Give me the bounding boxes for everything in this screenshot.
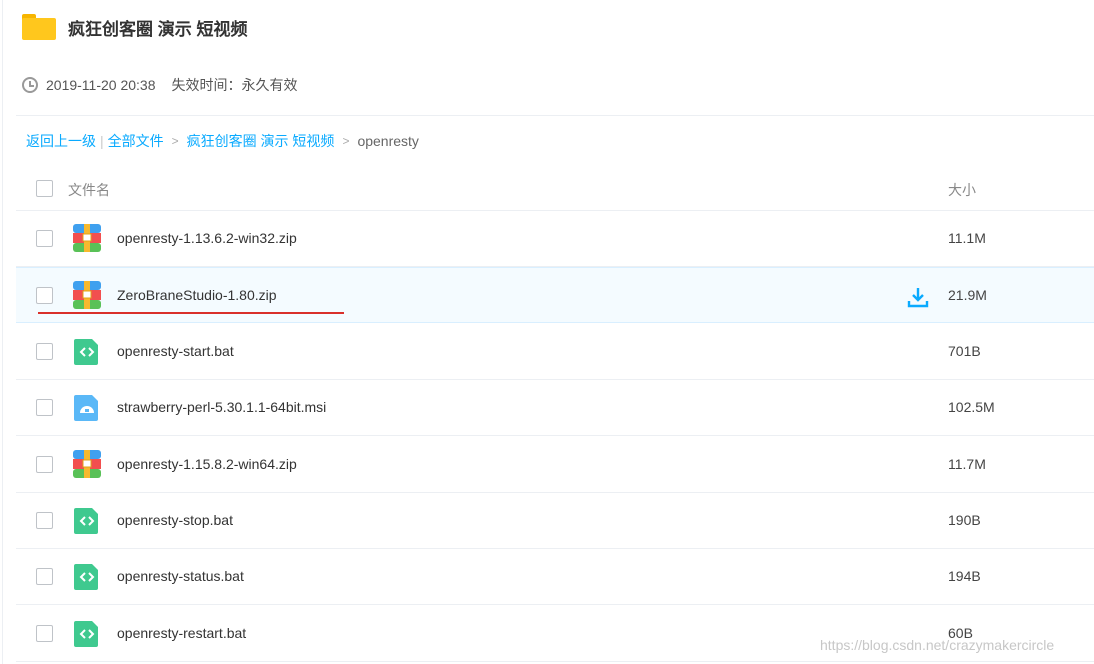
- file-name[interactable]: openresty-1.13.6.2-win32.zip: [117, 230, 297, 246]
- breadcrumb: 返回上一级 | 全部文件 > 疯狂创客圈 演示 短视频 > openresty: [26, 130, 419, 152]
- file-size: 11.1M: [948, 230, 986, 246]
- select-all-checkbox[interactable]: [36, 180, 53, 197]
- file-size: 701B: [948, 342, 981, 359]
- file-name[interactable]: openresty-stop.bat: [117, 512, 233, 528]
- file-checkbox[interactable]: [36, 399, 53, 417]
- code-file-icon: [73, 562, 101, 591]
- file-row[interactable]: openresty-1.13.6.2-win32.zip 11.1M: [16, 211, 1094, 267]
- file-checkbox[interactable]: [36, 230, 53, 247]
- file-row[interactable]: openresty-status.bat 194B: [16, 549, 1094, 606]
- file-size: 21.9M: [948, 287, 987, 304]
- file-checkbox[interactable]: [36, 512, 53, 529]
- divider: [16, 115, 1094, 116]
- file-checkbox[interactable]: [36, 455, 53, 473]
- back-link[interactable]: 返回上一级: [26, 131, 96, 151]
- folder-icon: [22, 14, 56, 40]
- file-size: 11.7M: [948, 455, 986, 472]
- file-size: 190B: [948, 512, 981, 528]
- file-name[interactable]: openresty-restart.bat: [117, 625, 246, 641]
- file-name[interactable]: ZeroBraneStudio-1.80.zip: [117, 287, 277, 303]
- code-file-icon: [73, 619, 101, 647]
- zip-archive-icon: [73, 281, 101, 310]
- highlight-underline: [38, 312, 344, 314]
- code-file-icon: [73, 337, 101, 365]
- file-checkbox[interactable]: [36, 287, 53, 305]
- page-left-border: [2, 0, 3, 664]
- file-size: 102.5M: [948, 399, 995, 416]
- zip-archive-icon: [73, 449, 101, 478]
- file-row[interactable]: strawberry-perl-5.30.1.1-64bit.msi 102.5M: [16, 380, 1094, 437]
- breadcrumb-arrow: >: [171, 134, 179, 148]
- share-date: 2019-11-20 20:38: [46, 77, 156, 93]
- all-files-link[interactable]: 全部文件: [108, 131, 164, 151]
- parent-folder-link[interactable]: 疯狂创客圈 演示 短视频: [187, 131, 335, 151]
- file-row[interactable]: ZeroBraneStudio-1.80.zip 21.9M: [16, 267, 1094, 324]
- download-icon[interactable]: [907, 286, 929, 308]
- breadcrumb-arrow: >: [342, 134, 350, 148]
- file-name[interactable]: openresty-status.bat: [117, 568, 244, 584]
- installer-file-icon: [73, 393, 101, 422]
- file-row[interactable]: openresty-restart.bat 60B: [16, 606, 1094, 662]
- file-checkbox[interactable]: [36, 568, 53, 586]
- file-row[interactable]: openresty-start.bat 701B: [16, 324, 1094, 380]
- share-expire: 失效时间：永久有效: [171, 77, 298, 93]
- file-size: 194B: [948, 568, 981, 585]
- share-title: 疯狂创客圈 演示 短视频: [68, 19, 248, 39]
- share-meta: 2019-11-20 20:38 失效时间：永久有效: [22, 74, 298, 96]
- file-list-header: 文件名 大小: [16, 166, 1094, 211]
- current-folder: openresty: [357, 133, 419, 149]
- clock-icon: [22, 77, 38, 93]
- file-name[interactable]: openresty-1.15.8.2-win64.zip: [117, 456, 297, 472]
- file-name[interactable]: strawberry-perl-5.30.1.1-64bit.msi: [117, 399, 326, 415]
- file-name[interactable]: openresty-start.bat: [117, 343, 234, 359]
- share-header: 疯狂创客圈 演示 短视频: [22, 12, 247, 42]
- zip-archive-icon: [73, 224, 101, 252]
- code-file-icon: [73, 506, 101, 534]
- watermark: https://blog.csdn.net/crazymakercircle: [820, 637, 1055, 653]
- breadcrumb-separator: |: [100, 133, 104, 149]
- file-checkbox[interactable]: [36, 624, 53, 642]
- file-row[interactable]: openresty-stop.bat 190B: [16, 493, 1094, 549]
- column-header-name[interactable]: 文件名: [68, 180, 110, 200]
- file-checkbox[interactable]: [36, 342, 53, 360]
- column-header-size[interactable]: 大小: [948, 180, 976, 200]
- file-row[interactable]: openresty-1.15.8.2-win64.zip 11.7M: [16, 437, 1094, 493]
